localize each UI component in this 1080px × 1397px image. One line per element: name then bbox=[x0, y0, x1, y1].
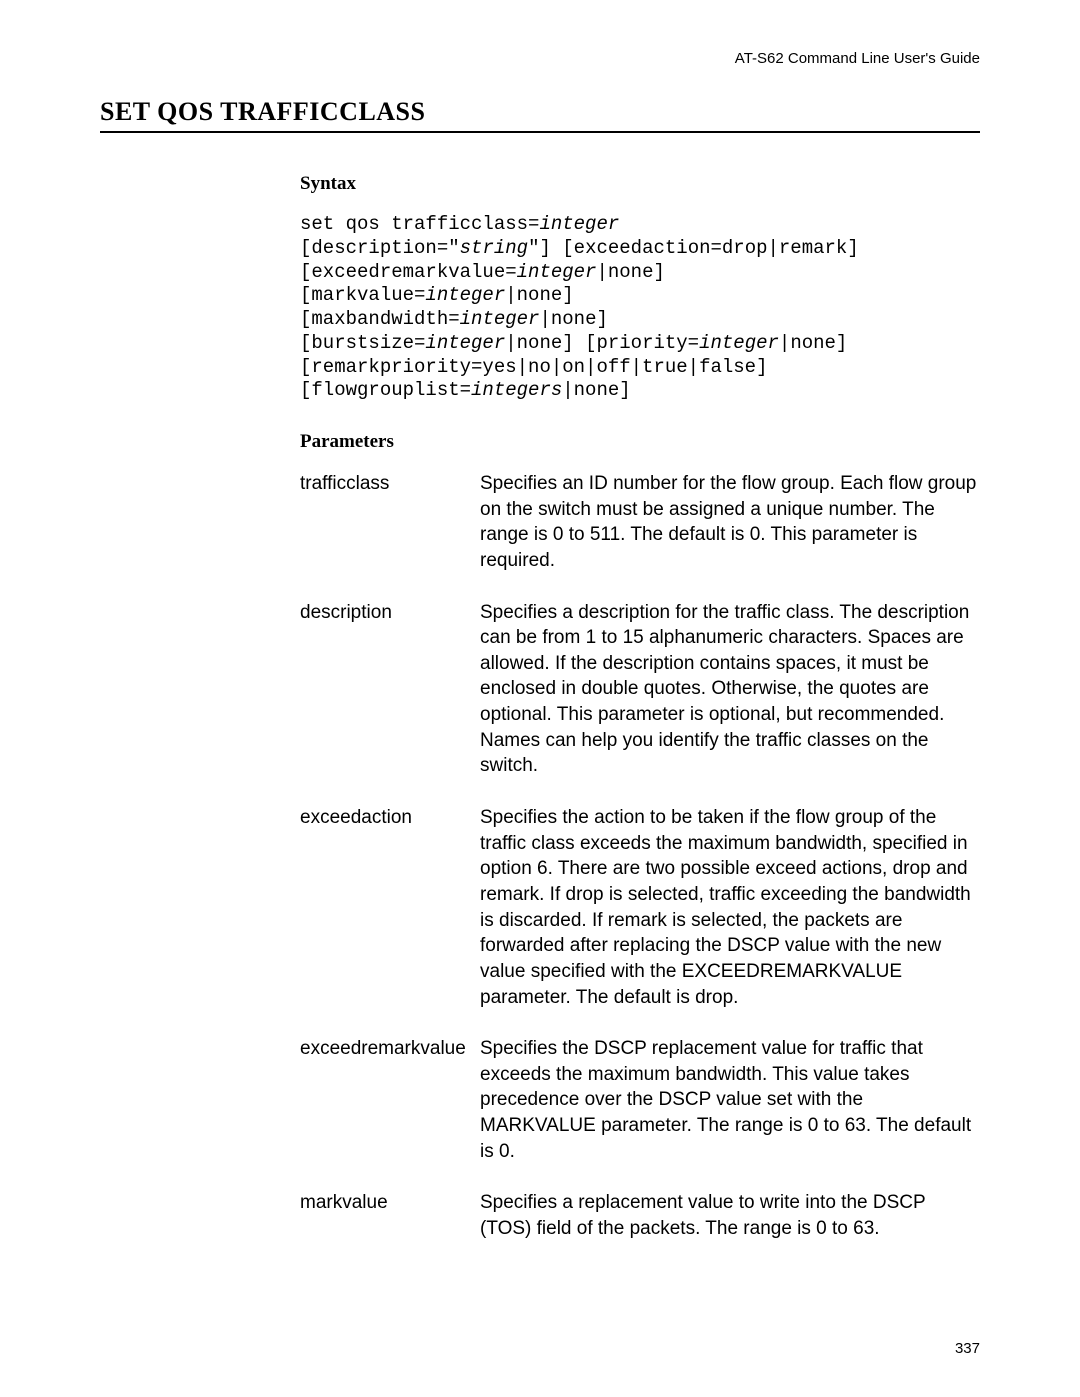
parameters-heading: Parameters bbox=[300, 431, 980, 453]
param-name: trafficclass bbox=[300, 471, 480, 495]
syntax-text: |none] bbox=[562, 379, 630, 401]
syntax-text: [burstsize= bbox=[300, 332, 425, 354]
syntax-text: set qos trafficclass= bbox=[300, 213, 539, 235]
content-block: Syntax set qos trafficclass=integer [des… bbox=[300, 173, 980, 1242]
param-row: exceedaction Specifies the action to be … bbox=[300, 805, 980, 1010]
syntax-arg: integer bbox=[460, 308, 540, 330]
param-row: markvalue Specifies a replacement value … bbox=[300, 1190, 980, 1241]
syntax-arg: string bbox=[460, 237, 528, 259]
header-guide-title: AT-S62 Command Line User's Guide bbox=[100, 50, 980, 67]
syntax-text: |none] bbox=[596, 261, 664, 283]
syntax-arg: integer bbox=[539, 213, 619, 235]
param-desc: Specifies a replacement value to write i… bbox=[480, 1190, 980, 1241]
param-desc: Specifies an ID number for the flow grou… bbox=[480, 471, 980, 574]
param-desc: Specifies a description for the traffic … bbox=[480, 600, 980, 779]
syntax-arg: integer bbox=[425, 284, 505, 306]
syntax-text: |none] bbox=[539, 308, 607, 330]
page: AT-S62 Command Line User's Guide SET QOS… bbox=[0, 0, 1080, 1397]
param-name: markvalue bbox=[300, 1190, 480, 1214]
syntax-text: [flowgrouplist= bbox=[300, 379, 471, 401]
param-row: exceedremarkvalue Specifies the DSCP rep… bbox=[300, 1036, 980, 1164]
page-number: 337 bbox=[955, 1340, 980, 1357]
syntax-text: [remarkpriority=yes|no|on|off|true|false… bbox=[300, 356, 767, 378]
param-desc: Specifies the DSCP replacement value for… bbox=[480, 1036, 980, 1164]
param-name: exceedaction bbox=[300, 805, 480, 829]
param-name: exceedremarkvalue bbox=[300, 1036, 480, 1060]
syntax-text: [description=" bbox=[300, 237, 460, 259]
syntax-text: "] [exceedaction=drop|remark] bbox=[528, 237, 859, 259]
syntax-arg: integer bbox=[699, 332, 779, 354]
syntax-text: |none] bbox=[505, 284, 573, 306]
syntax-arg: integers bbox=[471, 379, 562, 401]
syntax-arg: integer bbox=[517, 261, 597, 283]
param-row: description Specifies a description for … bbox=[300, 600, 980, 779]
parameters-list: trafficclass Specifies an ID number for … bbox=[300, 471, 980, 1242]
param-row: trafficclass Specifies an ID number for … bbox=[300, 471, 980, 574]
syntax-text: |none] bbox=[779, 332, 847, 354]
command-title: SET QOS TRAFFICCLASS bbox=[100, 97, 980, 133]
syntax-text: [markvalue= bbox=[300, 284, 425, 306]
syntax-block: set qos trafficclass=integer [descriptio… bbox=[300, 213, 980, 403]
syntax-text: [maxbandwidth= bbox=[300, 308, 460, 330]
syntax-heading: Syntax bbox=[300, 173, 980, 195]
param-desc: Specifies the action to be taken if the … bbox=[480, 805, 980, 1010]
syntax-arg: integer bbox=[425, 332, 505, 354]
syntax-text: [exceedremarkvalue= bbox=[300, 261, 517, 283]
syntax-text: |none] [priority= bbox=[505, 332, 699, 354]
param-name: description bbox=[300, 600, 480, 624]
